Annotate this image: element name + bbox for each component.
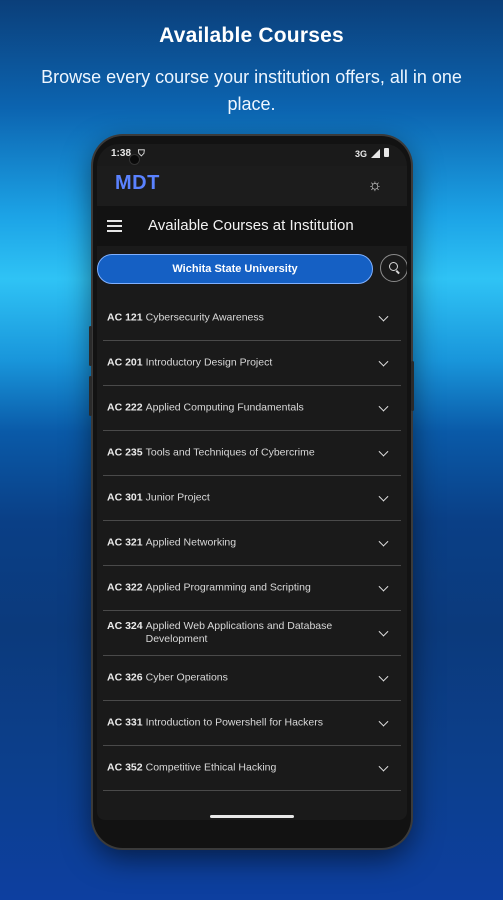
menu-icon[interactable] bbox=[107, 220, 122, 232]
chevron-down-icon[interactable] bbox=[378, 671, 389, 682]
course-label: AC 324 Applied Web Applications and Datab… bbox=[107, 620, 357, 646]
course-list: AC 121 Cybersecurity Awareness AC 201 Intr… bbox=[97, 296, 407, 791]
page-title: Available Courses at Institution bbox=[148, 217, 354, 234]
course-item[interactable]: AC 301 Junior Project bbox=[103, 476, 401, 521]
course-label: AC 121 Cybersecurity Awareness bbox=[107, 312, 357, 325]
course-item[interactable]: AC 322 Applied Programming and Scripting bbox=[103, 566, 401, 611]
phone-screen: 1:38 ⛉ 3G MDT ☼ Available Courses at Ins… bbox=[97, 144, 407, 820]
course-label: AC 201 Introductory Design Project bbox=[107, 357, 357, 370]
home-indicator[interactable] bbox=[210, 815, 294, 818]
chevron-down-icon[interactable] bbox=[378, 401, 389, 412]
course-item[interactable]: AC 222 Applied Computing Fundamentals bbox=[103, 386, 401, 431]
course-name: Applied Networking bbox=[145, 536, 237, 549]
search-icon bbox=[389, 262, 398, 271]
phone-frame: 1:38 ⛉ 3G MDT ☼ Available Courses at Ins… bbox=[89, 136, 414, 848]
chevron-down-icon[interactable] bbox=[378, 716, 389, 727]
course-item[interactable]: AC 321 Applied Networking bbox=[103, 521, 401, 566]
course-name: Junior Project bbox=[145, 491, 210, 504]
course-name: Cybersecurity Awareness bbox=[145, 311, 264, 324]
course-code: AC 301 bbox=[107, 491, 143, 504]
course-label: AC 301 Junior Project bbox=[107, 492, 357, 505]
course-item[interactable]: AC 121 Cybersecurity Awareness bbox=[103, 296, 401, 341]
course-name: Introductory Design Project bbox=[145, 356, 273, 369]
chevron-down-icon[interactable] bbox=[378, 581, 389, 592]
course-label: AC 322 Applied Programming and Scripting bbox=[107, 582, 357, 595]
course-item[interactable]: AC 352 Competitive Ethical Hacking bbox=[103, 746, 401, 791]
shield-icon: ⛉ bbox=[138, 148, 145, 158]
chevron-down-icon[interactable] bbox=[378, 491, 389, 502]
course-name: Cyber Operations bbox=[145, 671, 228, 684]
header-bar: Available Courses at Institution bbox=[97, 206, 407, 246]
course-item[interactable]: AC 331 Introduction to Powershell for Hac… bbox=[103, 701, 401, 746]
course-code: AC 201 bbox=[107, 356, 143, 369]
phone-side-button bbox=[89, 326, 92, 366]
course-item[interactable]: AC 324 Applied Web Applications and Datab… bbox=[103, 611, 401, 656]
course-code: AC 321 bbox=[107, 536, 143, 549]
course-name: Applied Web Applications and Database De… bbox=[145, 620, 333, 645]
course-code: AC 326 bbox=[107, 671, 143, 684]
course-code: AC 352 bbox=[107, 761, 143, 774]
course-code: AC 331 bbox=[107, 716, 143, 729]
chevron-down-icon[interactable] bbox=[378, 761, 389, 772]
chevron-down-icon[interactable] bbox=[378, 626, 389, 637]
course-label: AC 321 Applied Networking bbox=[107, 537, 357, 550]
course-code: AC 322 bbox=[107, 581, 143, 594]
course-label: AC 235 Tools and Techniques of Cybercrime bbox=[107, 447, 357, 460]
network-type: 3G bbox=[355, 149, 368, 159]
course-code: AC 235 bbox=[107, 446, 143, 459]
chevron-down-icon[interactable] bbox=[378, 536, 389, 547]
chevron-down-icon[interactable] bbox=[378, 356, 389, 367]
signal-icon bbox=[371, 149, 380, 158]
course-code: AC 222 bbox=[107, 401, 143, 414]
course-code: AC 324 bbox=[107, 620, 143, 632]
course-label: AC 222 Applied Computing Fundamentals bbox=[107, 402, 357, 415]
promo-title: Available Courses bbox=[159, 24, 344, 47]
course-item[interactable]: AC 201 Introductory Design Project bbox=[103, 341, 401, 386]
sun-icon[interactable]: ☼ bbox=[365, 176, 385, 196]
search-button[interactable] bbox=[380, 254, 407, 282]
course-label: AC 331 Introduction to Powershell for Hac… bbox=[107, 717, 357, 730]
status-bar: 1:38 ⛉ 3G bbox=[97, 144, 407, 166]
course-name: Applied Programming and Scripting bbox=[145, 581, 311, 594]
course-label: AC 326 Cyber Operations bbox=[107, 672, 357, 685]
phone-side-button bbox=[89, 376, 92, 416]
promo-subtitle: Browse every course your institution off… bbox=[41, 67, 462, 114]
course-name: Tools and Techniques of Cybercrime bbox=[145, 446, 315, 459]
chevron-down-icon[interactable] bbox=[378, 446, 389, 457]
brand-logo: MDT bbox=[115, 172, 160, 194]
course-name: Competitive Ethical Hacking bbox=[145, 761, 277, 774]
course-item[interactable]: AC 235 Tools and Techniques of Cybercrime bbox=[103, 431, 401, 476]
course-name: Applied Computing Fundamentals bbox=[145, 401, 304, 414]
phone-side-button bbox=[411, 361, 414, 411]
status-time: 1:38 bbox=[111, 148, 132, 159]
course-code: AC 121 bbox=[107, 311, 143, 324]
course-name: Introduction to Powershell for Hackers bbox=[145, 716, 324, 729]
battery-icon bbox=[384, 148, 389, 157]
chevron-down-icon[interactable] bbox=[378, 311, 389, 322]
course-label: AC 352 Competitive Ethical Hacking bbox=[107, 762, 357, 775]
app-bar: MDT ☼ bbox=[97, 166, 407, 206]
course-item[interactable]: AC 326 Cyber Operations bbox=[103, 656, 401, 701]
institution-selector[interactable]: Wichita State University bbox=[97, 254, 373, 284]
